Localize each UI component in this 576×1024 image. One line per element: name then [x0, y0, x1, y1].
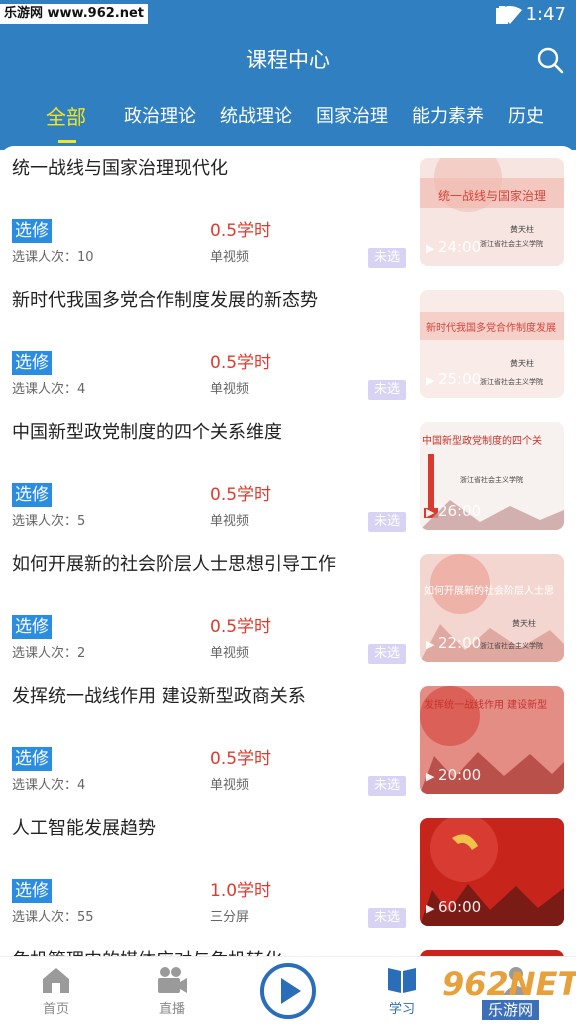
- course-status-badge[interactable]: 未选: [368, 644, 407, 664]
- thumbnail-caption: 如何开展新的社会阶层人士思: [424, 584, 554, 597]
- watermark-logo: 乐游网 www.962.net: [0, 4, 149, 24]
- course-title: 发挥统一战线作用 建设新型政商关系: [12, 686, 306, 707]
- course-format: 单视频: [210, 250, 250, 265]
- course-hours: 0.5学时: [210, 617, 272, 637]
- course-item[interactable]: 人工智能发展趋势 选修 1.0学时 选课人次：55 三分屏 未选 60:00: [0, 806, 576, 938]
- course-item[interactable]: 新时代我国多党合作制度发展的新态势 选修 0.5学时 选课人次：4 单视频 未选…: [0, 278, 576, 410]
- course-title: 新时代我国多党合作制度发展的新态势: [12, 290, 318, 311]
- nav-label: 学习: [388, 1002, 415, 1017]
- tab-history[interactable]: 历史: [508, 100, 544, 134]
- tab-political-theory[interactable]: 政治理论: [124, 100, 196, 134]
- course-type-badge: 选修: [12, 615, 52, 639]
- course-enroll-count: 选课人次：2: [12, 646, 86, 661]
- thumbnail-speaker: 黄天柱: [512, 618, 536, 628]
- course-thumbnail[interactable]: 发挥统一战线作用 建设新型 20:00: [420, 686, 564, 794]
- course-hours: 0.5学时: [210, 485, 272, 505]
- course-title: 统一战线与国家治理现代化: [12, 158, 228, 179]
- bottom-navigation: 首页 直播 学习 962NET 乐游网: [0, 956, 576, 1024]
- thumbnail-org: 浙江省社会主义学院: [460, 475, 523, 484]
- course-thumbnail[interactable]: 统一战线与国家治理 黄天柱 浙江省社会主义学院 24:00: [420, 158, 564, 266]
- thumbnail-org: 浙江省社会主义学院: [480, 377, 543, 386]
- course-type-badge: 选修: [12, 747, 52, 771]
- home-icon: [43, 968, 69, 993]
- tab-all[interactable]: 全部: [46, 100, 86, 134]
- page-title: 课程中心: [246, 48, 330, 72]
- top-app-bar: 乐游网 www.962.net 1:47 课程中心 全部 政治理论 统战理论 国…: [0, 0, 576, 150]
- course-enroll-count: 选课人次：5: [12, 514, 86, 529]
- course-title: 中国新型政党制度的四个关系维度: [12, 422, 282, 443]
- video-duration: 24:00: [426, 238, 481, 258]
- course-format: 单视频: [210, 646, 250, 661]
- watermark-brand: 962NET: [442, 965, 576, 1003]
- course-thumbnail[interactable]: 中国新型政党制度的四个关 浙江省社会主义学院 26:00: [420, 422, 564, 530]
- course-type-badge: 选修: [12, 351, 52, 375]
- course-hours: 0.5学时: [210, 353, 272, 373]
- course-hours: 0.5学时: [210, 221, 272, 241]
- thumbnail-org: 浙江省社会主义学院: [480, 641, 543, 650]
- course-enroll-count: 选课人次：4: [12, 382, 86, 397]
- course-thumbnail[interactable]: 新时代我国多党合作制度发展 黄天柱 浙江省社会主义学院 25:00: [420, 290, 564, 398]
- thumbnail-org: 浙江省社会主义学院: [480, 239, 543, 248]
- book-icon: [388, 968, 416, 993]
- course-title: 人工智能发展趋势: [12, 818, 156, 839]
- search-icon[interactable]: [536, 46, 564, 74]
- nav-study[interactable]: 学习: [362, 963, 442, 1019]
- nav-live[interactable]: 直播: [132, 963, 212, 1019]
- video-duration: 25:00: [426, 370, 481, 390]
- course-thumbnail[interactable]: 如何开展新的社会阶层人士思 黄天柱 浙江省社会主义学院 22:00: [420, 554, 564, 662]
- course-format: 单视频: [210, 382, 250, 397]
- tab-united-front-theory[interactable]: 统战理论: [220, 100, 292, 134]
- status-bar: 乐游网 www.962.net 1:47: [0, 0, 576, 30]
- course-status-badge[interactable]: 未选: [368, 248, 407, 268]
- course-hours: 1.0学时: [210, 881, 272, 901]
- watermark-962net: 962NET 乐游网: [442, 966, 576, 1022]
- nav-label: 首页: [42, 1002, 69, 1017]
- course-list: 统一战线与国家治理现代化 选修 0.5学时 选课人次：10 单视频 未选 统一战…: [0, 146, 576, 956]
- watermark-site-name: 乐游网: [482, 1000, 540, 1020]
- course-item[interactable]: 发挥统一战线作用 建设新型政商关系 选修 0.5学时 选课人次：4 单视频 未选…: [0, 674, 576, 806]
- tab-national-governance[interactable]: 国家治理: [316, 100, 388, 134]
- battery-icon: [496, 6, 508, 24]
- course-item[interactable]: 统一战线与国家治理现代化 选修 0.5学时 选课人次：10 单视频 未选 统一战…: [0, 146, 576, 278]
- course-status-badge[interactable]: 未选: [368, 512, 407, 532]
- thumbnail-speaker: 黄天柱: [510, 358, 534, 368]
- video-duration: 60:00: [426, 898, 481, 918]
- course-item[interactable]: 如何开展新的社会阶层人士思想引导工作 选修 0.5学时 选课人次：2 单视频 未…: [0, 542, 576, 674]
- video-duration: 20:00: [426, 766, 481, 786]
- course-item[interactable]: 危机管理中的媒体应对与危机转化: [0, 938, 576, 956]
- nav-label: 直播: [158, 1002, 185, 1017]
- course-enroll-count: 选课人次：4: [12, 778, 86, 793]
- live-camera-icon: [158, 967, 187, 993]
- course-type-badge: 选修: [12, 879, 52, 903]
- thumbnail-caption: 发挥统一战线作用 建设新型: [424, 698, 547, 711]
- video-duration: 22:00: [426, 634, 481, 654]
- thumbnail-caption: 新时代我国多党合作制度发展: [426, 321, 556, 334]
- tab-active-indicator: [58, 140, 76, 143]
- tab-competence[interactable]: 能力素养: [412, 100, 484, 134]
- course-type-badge: 选修: [12, 219, 52, 243]
- course-enroll-count: 选课人次：55: [12, 910, 94, 925]
- play-circle-icon[interactable]: [258, 961, 318, 1021]
- course-status-badge[interactable]: 未选: [368, 380, 407, 400]
- course-item[interactable]: 中国新型政党制度的四个关系维度 选修 0.5学时 选课人次：5 单视频 未选 中…: [0, 410, 576, 542]
- nav-home[interactable]: 首页: [16, 963, 96, 1019]
- course-enroll-count: 选课人次：10: [12, 250, 94, 265]
- thumbnail-caption: 中国新型政党制度的四个关: [422, 434, 542, 447]
- course-format: 单视频: [210, 514, 250, 529]
- thumbnail-caption: 统一战线与国家治理: [438, 188, 546, 203]
- course-hours: 0.5学时: [210, 749, 272, 769]
- course-format: 三分屏: [210, 910, 250, 925]
- thumbnail-speaker: 黄天柱: [510, 224, 534, 234]
- course-type-badge: 选修: [12, 483, 52, 507]
- status-time: 1:47: [525, 4, 566, 25]
- category-tabs: 全部 政治理论 统战理论 国家治理 能力素养 历史: [0, 100, 576, 140]
- video-duration: 26:00: [426, 502, 481, 522]
- course-status-badge[interactable]: 未选: [368, 776, 407, 796]
- course-title: 如何开展新的社会阶层人士思想引导工作: [12, 554, 336, 575]
- course-title: 危机管理中的媒体应对与危机转化: [12, 948, 412, 956]
- course-thumbnail[interactable]: 60:00: [420, 818, 564, 926]
- course-format: 单视频: [210, 778, 250, 793]
- course-status-badge[interactable]: 未选: [368, 908, 407, 928]
